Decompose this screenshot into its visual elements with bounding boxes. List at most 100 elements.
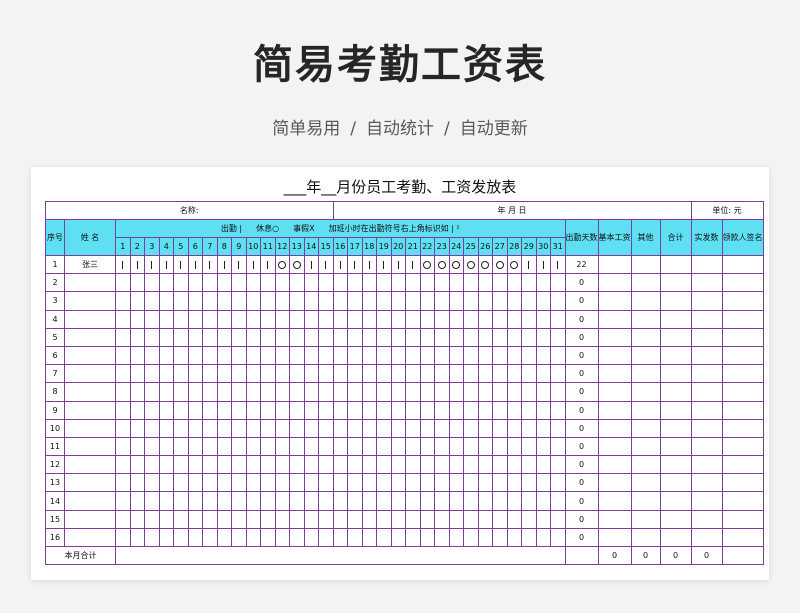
name-label-cell: 名称: xyxy=(45,201,334,220)
day-cell xyxy=(361,345,377,366)
day-cell xyxy=(303,291,319,311)
day-cell xyxy=(173,400,189,420)
day-cell xyxy=(463,436,479,457)
day-cell xyxy=(274,436,290,457)
day-cell xyxy=(115,509,131,529)
day-cell xyxy=(144,291,160,311)
day-cell xyxy=(144,254,160,275)
table-row: 11 0 xyxy=(45,436,764,457)
day-cell xyxy=(332,254,348,275)
day-cell xyxy=(187,309,203,329)
day-cell xyxy=(477,473,493,493)
table-row: 10 0 xyxy=(45,418,764,438)
day-cell xyxy=(405,273,421,293)
day-cell xyxy=(187,436,203,457)
footer-days-worked xyxy=(564,546,599,565)
table-row: 50 xyxy=(45,327,764,347)
day-cell xyxy=(492,418,508,438)
day-cell xyxy=(158,364,174,384)
day-cell xyxy=(144,473,160,493)
day-cell xyxy=(318,491,334,511)
row-days-worked: 0 xyxy=(564,273,599,293)
day-cell xyxy=(274,273,290,293)
day-cell xyxy=(463,455,479,475)
day-cell xyxy=(332,509,348,529)
row-other xyxy=(630,309,661,329)
day-cell xyxy=(260,509,276,529)
day-cell xyxy=(448,273,464,293)
day-cell xyxy=(231,491,247,511)
present-mark xyxy=(238,260,240,269)
day-header: 12 xyxy=(274,237,290,256)
day-cell xyxy=(144,345,160,366)
day-cell xyxy=(129,309,145,329)
day-cell xyxy=(144,455,160,475)
day-cell xyxy=(187,400,203,420)
day-cell xyxy=(129,473,145,493)
day-cell xyxy=(506,382,522,402)
day-cell xyxy=(463,364,479,384)
day-cell xyxy=(260,364,276,384)
day-cell xyxy=(419,455,435,475)
day-cell xyxy=(303,418,319,438)
day-cell xyxy=(202,345,218,366)
day-cell xyxy=(550,400,566,420)
day-cell xyxy=(332,309,348,329)
day-cell xyxy=(144,509,160,529)
day-cell xyxy=(376,509,392,529)
day-cell xyxy=(202,473,218,493)
day-cell xyxy=(550,364,566,384)
present-mark xyxy=(368,260,370,269)
day-cell xyxy=(115,527,131,548)
day-cell xyxy=(303,436,319,457)
day-cell xyxy=(361,527,377,548)
day-cell xyxy=(332,345,348,366)
day-cell xyxy=(129,455,145,475)
day-cell xyxy=(376,400,392,420)
day-cell xyxy=(463,418,479,438)
day-cell xyxy=(448,418,464,438)
day-header: 27 xyxy=(492,237,508,256)
day-cell xyxy=(506,455,522,475)
day-cell xyxy=(318,473,334,493)
day-cell xyxy=(289,345,305,366)
header-days-worked: 出勤天数 xyxy=(564,219,599,256)
day-cell xyxy=(260,436,276,457)
row-total xyxy=(659,509,692,529)
day-cell xyxy=(303,345,319,366)
row-days-worked: 0 xyxy=(564,400,599,420)
rest-mark xyxy=(437,260,446,269)
day-cell xyxy=(202,418,218,438)
day-cell xyxy=(187,291,203,311)
row-days-worked: 22 xyxy=(564,254,599,275)
day-cell xyxy=(492,345,508,366)
day-cell xyxy=(274,364,290,384)
day-cell xyxy=(361,418,377,438)
day-cell xyxy=(535,473,551,493)
row-days-worked: 0 xyxy=(564,509,599,529)
day-cell xyxy=(187,327,203,347)
day-cell xyxy=(535,527,551,548)
day-cell xyxy=(347,436,363,457)
day-cell xyxy=(361,273,377,293)
day-cell xyxy=(347,455,363,475)
day-header: 23 xyxy=(434,237,450,256)
day-header: 24 xyxy=(448,237,464,256)
day-cell xyxy=(463,327,479,347)
day-cell xyxy=(158,527,174,548)
row-actual-pay xyxy=(690,309,723,329)
day-cell xyxy=(318,418,334,438)
row-base-salary xyxy=(597,400,632,420)
day-cell xyxy=(245,491,261,511)
day-cell xyxy=(245,254,261,275)
day-cell xyxy=(303,491,319,511)
row-other xyxy=(630,455,661,475)
day-cell xyxy=(173,527,189,548)
day-cell xyxy=(535,345,551,366)
row-name xyxy=(64,309,116,329)
day-cell xyxy=(434,327,450,347)
day-cell xyxy=(390,400,406,420)
present-mark xyxy=(252,260,254,269)
row-actual-pay xyxy=(690,455,723,475)
row-actual-pay xyxy=(690,273,723,293)
